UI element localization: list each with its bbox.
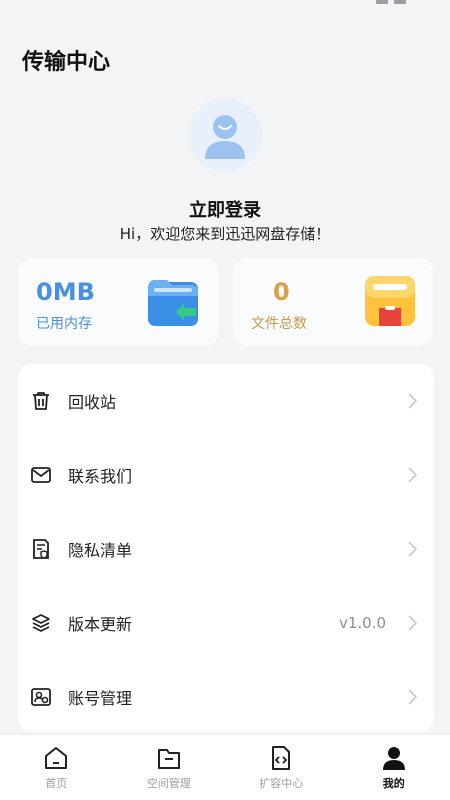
person-icon [382,747,405,770]
privacy-document-icon [30,538,52,560]
menu-item-privacy-list[interactable]: 隐私清单 [18,512,434,586]
account-settings-icon [30,686,52,708]
avatar[interactable] [188,98,262,172]
folder-return-icon [148,280,198,326]
code-file-icon [272,746,291,770]
chevron-right-icon [408,467,418,483]
tab-label: 空间管理 [146,777,191,790]
menu-item-label: 账号管理 [68,689,133,708]
user-avatar-icon [205,115,245,159]
chevron-right-icon [408,689,418,705]
folder-icon [157,749,180,769]
file-cabinet-icon [365,276,415,326]
menu-item-label: 回收站 [68,393,117,412]
trash-icon [30,390,52,412]
welcome-message: Hi，欢迎您来到迅迅网盘存储！ [119,225,331,243]
menu-item-version-update[interactable]: 版本更新 v1.0.0 [18,586,434,660]
signal-icon [376,0,388,4]
menu-item-recycle-bin[interactable]: 回收站 [18,364,434,438]
layers-icon [30,612,52,634]
menu-item-label: 版本更新 [68,615,133,634]
tab-space-management[interactable]: 空间管理 [113,735,226,800]
used-storage-label: 已用内存 [36,316,92,332]
used-storage-value: 0MB [36,278,95,306]
tab-label: 首页 [45,777,68,790]
bottom-tab-bar: 首页 空间管理 扩容中心 我的 [0,734,450,800]
settings-menu: 回收站 联系我们 隐私清单 版本更新 v1.0.0 账号管理 [18,364,434,732]
tab-home[interactable]: 首页 [0,735,113,800]
status-bar-fragment [376,0,420,4]
tab-label: 我的 [382,777,405,790]
chevron-right-icon [408,541,418,557]
file-count-value: 0 [273,278,290,306]
battery-icon [394,0,406,4]
login-link[interactable]: 立即登录 [0,196,450,222]
chevron-right-icon [408,615,418,631]
file-count-label: 文件总数 [251,316,307,332]
tab-label: 扩容中心 [259,777,304,790]
menu-item-account-management[interactable]: 账号管理 [18,660,434,732]
tab-expansion-center[interactable]: 扩容中心 [225,735,338,800]
menu-item-label: 联系我们 [68,467,133,486]
home-icon [45,747,68,769]
chevron-right-icon [408,393,418,409]
version-value: v1.0.0 [338,614,386,632]
menu-item-label: 隐私清单 [68,541,133,560]
mail-icon [30,464,52,486]
file-count-card[interactable]: 0 文件总数 [233,258,433,346]
page-title: 传输中心 [22,50,111,75]
menu-item-contact-us[interactable]: 联系我们 [18,438,434,512]
used-storage-card[interactable]: 0MB 已用内存 [18,258,218,346]
tab-mine[interactable]: 我的 [338,735,450,800]
